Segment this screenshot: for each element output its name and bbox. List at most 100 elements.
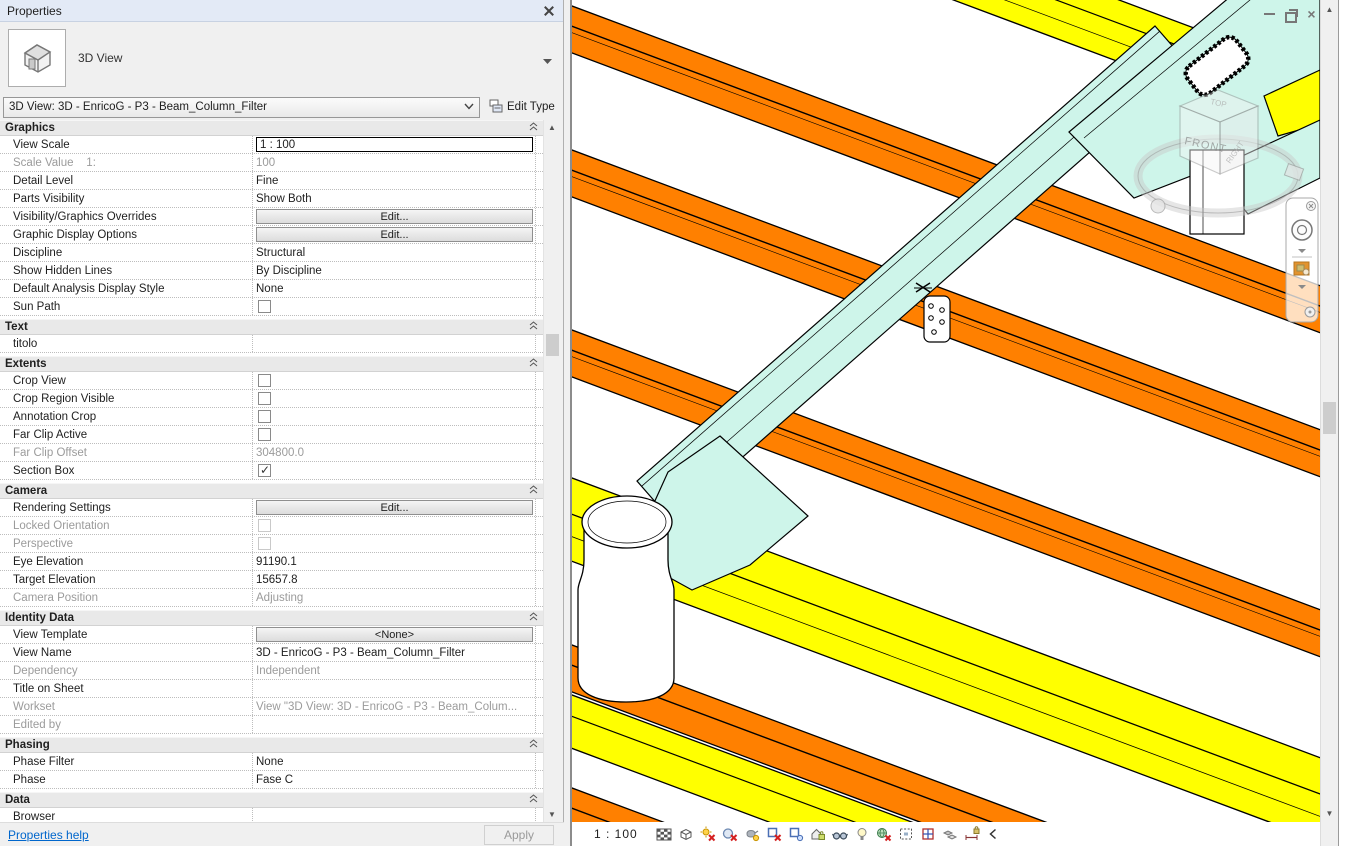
apply-button[interactable]: Apply	[484, 824, 554, 845]
restore-down-icon[interactable]	[1283, 8, 1298, 23]
checkbox[interactable]	[258, 410, 271, 423]
value-text[interactable]: Show Both	[256, 193, 312, 205]
detail-level-icon[interactable]	[676, 825, 696, 843]
view-selector-combobox[interactable]: 3D View: 3D - EnricoG - P3 - Beam_Column…	[3, 96, 480, 118]
collapse-icon[interactable]	[529, 612, 538, 624]
scroll-up-icon[interactable]: ▲	[1321, 2, 1338, 17]
properties-help-link[interactable]: Properties help	[8, 828, 89, 842]
value-text[interactable]: None	[256, 283, 284, 295]
worksharing-display-icon[interactable]	[874, 825, 894, 843]
checkbox[interactable]	[258, 392, 271, 405]
close-icon[interactable]	[542, 4, 556, 18]
value-text[interactable]: Fine	[256, 175, 278, 187]
collapse-icon[interactable]	[529, 358, 538, 370]
value-button[interactable]: Edit...	[256, 500, 533, 515]
value-text[interactable]: View "3D View: 3D - EnricoG - P3 - Beam_…	[256, 701, 517, 713]
property-name: Camera Position	[0, 589, 253, 606]
checkbox[interactable]	[258, 374, 271, 387]
viewcube-compass-node[interactable]	[1150, 198, 1166, 214]
section-label: Phasing	[5, 739, 50, 751]
value-button[interactable]: Edit...	[256, 227, 533, 242]
edit-type-button[interactable]: Edit Type	[485, 97, 559, 118]
value-text[interactable]: Structural	[256, 247, 305, 259]
property-value: By Discipline	[253, 262, 536, 279]
reveal-constraints-icon[interactable]	[962, 825, 982, 843]
window-close-icon[interactable]: ×	[1304, 7, 1319, 21]
navigation-bar[interactable]	[1285, 197, 1319, 323]
3d-viewport[interactable]: FRONT RIGHT TOP	[572, 0, 1320, 846]
panel-scrollbar[interactable]: ▲ ▼	[543, 120, 560, 822]
checkbox[interactable]	[258, 537, 271, 550]
type-selector[interactable]: 3D View	[0, 22, 563, 94]
panel-view-divider	[564, 0, 572, 846]
expand-bar-icon[interactable]	[984, 825, 1004, 843]
collapse-icon[interactable]	[529, 794, 538, 806]
minimize-icon[interactable]	[1262, 8, 1277, 21]
value-text[interactable]: 100	[256, 157, 275, 169]
value-text[interactable]: 3D - EnricoG - P3 - Beam_Column_Filter	[256, 647, 465, 659]
temporary-hide-isolate-icon[interactable]	[830, 825, 850, 843]
checkbox[interactable]	[258, 300, 271, 313]
scroll-down-icon[interactable]: ▼	[1321, 806, 1338, 821]
reveal-hidden-elements-icon[interactable]	[852, 825, 872, 843]
shadows-icon[interactable]	[720, 825, 740, 843]
property-row: View Template <None>	[0, 626, 543, 644]
pan-zoom-icon[interactable]	[1293, 261, 1310, 276]
property-value	[253, 517, 536, 534]
scrollbar-thumb[interactable]	[1323, 402, 1336, 434]
property-value	[253, 426, 536, 443]
property-value: 15657.8	[253, 571, 536, 588]
view-scale-button[interactable]: 1 : 100	[594, 827, 638, 841]
section-header: Camera	[0, 483, 543, 499]
unlocked-3d-view-icon[interactable]	[808, 825, 828, 843]
value-text[interactable]: By Discipline	[256, 265, 322, 277]
checkbox[interactable]	[258, 463, 271, 477]
collapse-icon[interactable]	[529, 122, 538, 134]
value-text[interactable]: Independent	[256, 665, 320, 677]
value-button[interactable]: Edit...	[256, 209, 533, 224]
type-dropdown-icon[interactable]	[542, 56, 553, 68]
checkbox[interactable]	[258, 519, 271, 532]
show-analytical-model-icon[interactable]	[918, 825, 938, 843]
navbar-expand-icon[interactable]	[1304, 306, 1316, 318]
value-text[interactable]: 15657.8	[256, 574, 298, 586]
checkbox[interactable]	[258, 428, 271, 441]
value-text[interactable]: Fase C	[256, 774, 293, 786]
temporary-view-properties-icon[interactable]	[896, 825, 916, 843]
scroll-up-icon[interactable]: ▲	[544, 120, 560, 135]
property-name: Locked Orientation	[0, 517, 253, 534]
viewport-scrollbar[interactable]: ▲ ▼	[1320, 0, 1338, 846]
visual-style-icon[interactable]	[654, 825, 674, 843]
section-label: Extents	[5, 358, 47, 370]
property-row: Locked Orientation	[0, 517, 543, 535]
render-dialog-icon[interactable]	[742, 825, 762, 843]
value-text[interactable]: None	[256, 756, 284, 768]
property-row: Phase Filter None	[0, 753, 543, 771]
property-row: Rendering Settings Edit...	[0, 499, 543, 517]
value-edit-field[interactable]: 1 : 100	[256, 137, 533, 152]
value-button[interactable]: <None>	[256, 627, 533, 642]
value-text[interactable]: Adjusting	[256, 592, 303, 604]
column-cylinder[interactable]	[577, 495, 675, 703]
collapse-icon[interactable]	[529, 739, 538, 751]
property-value: None	[253, 753, 536, 770]
properties-titlebar[interactable]: Properties	[0, 0, 563, 22]
property-name: Target Elevation	[0, 571, 253, 588]
type-icon-button[interactable]	[8, 29, 66, 87]
show-crop-region-icon[interactable]	[786, 825, 806, 843]
collapse-icon[interactable]	[529, 321, 538, 333]
property-row: View Scale 1 : 100	[0, 136, 543, 154]
property-name: Far Clip Active	[0, 426, 253, 443]
property-row: Eye Elevation 91190.1	[0, 553, 543, 571]
sun-path-icon[interactable]	[698, 825, 718, 843]
crop-view-icon[interactable]	[764, 825, 784, 843]
highlight-displacement-sets-icon[interactable]	[940, 825, 960, 843]
navbar-close-icon[interactable]	[1306, 201, 1316, 211]
section-label: Graphics	[5, 122, 55, 134]
scroll-down-icon[interactable]: ▼	[544, 807, 560, 822]
collapse-icon[interactable]	[529, 485, 538, 497]
steering-wheel-icon[interactable]	[1291, 219, 1313, 241]
value-text[interactable]: 304800.0	[256, 447, 304, 459]
scrollbar-thumb[interactable]	[546, 334, 559, 356]
value-text[interactable]: 91190.1	[256, 556, 297, 568]
